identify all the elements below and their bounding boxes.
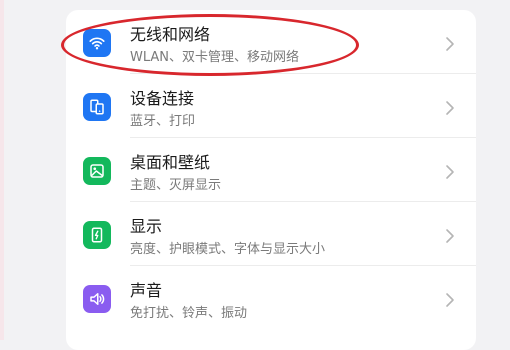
settings-item-title: 声音 (130, 281, 163, 300)
settings-item-title: 无线和网络 (130, 25, 211, 44)
settings-card: 无线和网络 WLAN、双卡管理、移动网络 设备连接 蓝牙、打印 桌面和壁纸 主题… (66, 10, 476, 350)
settings-item-display[interactable]: 显示 亮度、护眼模式、字体与显示大小 (66, 202, 476, 266)
settings-item-title: 桌面和壁纸 (130, 153, 211, 172)
settings-item-wireless-networks[interactable]: 无线和网络 WLAN、双卡管理、移动网络 (66, 10, 476, 74)
settings-item-subtitle: 主题、灭屏显示 (130, 178, 222, 193)
settings-item-home-wallpaper[interactable]: 桌面和壁纸 主题、灭屏显示 (66, 138, 476, 202)
settings-item-subtitle: 亮度、护眼模式、字体与显示大小 (130, 242, 326, 257)
settings-item-device-connection[interactable]: 设备连接 蓝牙、打印 (66, 74, 476, 138)
settings-item-title: 显示 (130, 217, 163, 236)
settings-item-subtitle: WLAN、双卡管理、移动网络 (130, 50, 300, 65)
chevron-right-icon (446, 229, 454, 243)
chevron-right-icon (446, 293, 454, 307)
chevron-right-icon (446, 37, 454, 51)
sound-icon (83, 285, 111, 313)
display-brightness-icon (83, 221, 111, 249)
settings-item-subtitle: 蓝牙、打印 (130, 114, 196, 129)
settings-item-subtitle: 免打扰、铃声、振动 (130, 306, 248, 321)
settings-item-title: 设备连接 (130, 89, 195, 108)
wifi-icon (83, 29, 111, 57)
chevron-right-icon (446, 101, 454, 115)
settings-item-sound[interactable]: 声音 免打扰、铃声、振动 (66, 266, 476, 330)
left-edge-strip (0, 0, 4, 340)
wallpaper-icon (83, 157, 111, 185)
device-connection-icon (83, 93, 111, 121)
chevron-right-icon (446, 165, 454, 179)
